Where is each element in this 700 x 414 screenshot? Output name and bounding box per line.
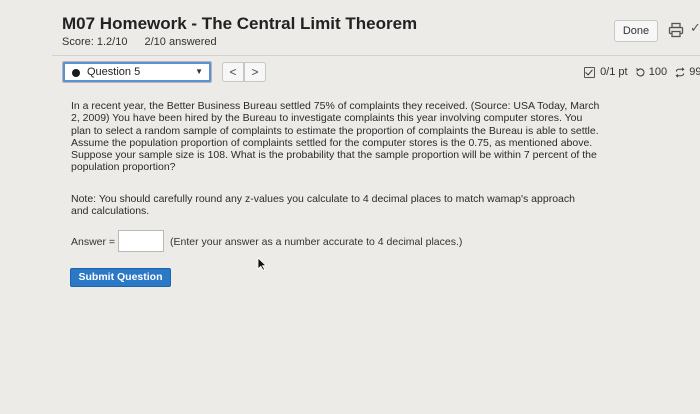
question-select-value: Question 5 [87, 66, 141, 78]
cycle-icon [675, 67, 685, 78]
checkbox-icon [584, 66, 595, 78]
points-info: 0/1 pt 100 99 [584, 66, 700, 78]
next-question-button[interactable]: > [244, 62, 266, 82]
question-select[interactable]: Question 5 ▼ [62, 61, 212, 83]
done-button[interactable]: Done [614, 20, 658, 42]
header-divider [52, 55, 700, 56]
answer-hint: (Enter your answer as a number accurate … [170, 236, 463, 248]
answered-count: 2/10 answered [144, 36, 217, 48]
mouse-pointer-icon [257, 257, 267, 271]
answer-label: Answer = [71, 236, 116, 248]
printer-icon[interactable] [668, 22, 684, 38]
points-score: 0/1 pt [600, 66, 628, 79]
score-text: Score: 1.2/10 [62, 36, 128, 48]
refresh-icon [635, 67, 645, 77]
retries-count: 100 [648, 66, 668, 79]
caret-down-icon: ▼ [195, 67, 203, 76]
submissions-count: 99 [689, 66, 700, 79]
homework-page: M07 Homework - The Central Limit Theorem… [0, 0, 700, 414]
score-line: Score: 1.2/10 2/10 answered [62, 36, 217, 48]
page-title: M07 Homework - The Central Limit Theorem [62, 14, 418, 33]
partial-check-icon: ✓ [690, 20, 700, 35]
prev-question-button[interactable]: < [222, 62, 244, 82]
status-dot-icon [72, 69, 80, 77]
question-note: Note: You should carefully round any z-v… [71, 193, 575, 218]
answer-input[interactable] [118, 230, 164, 252]
question-text: In a recent year, the Better Business Bu… [71, 100, 600, 174]
submit-question-button[interactable]: Submit Question [70, 268, 171, 287]
